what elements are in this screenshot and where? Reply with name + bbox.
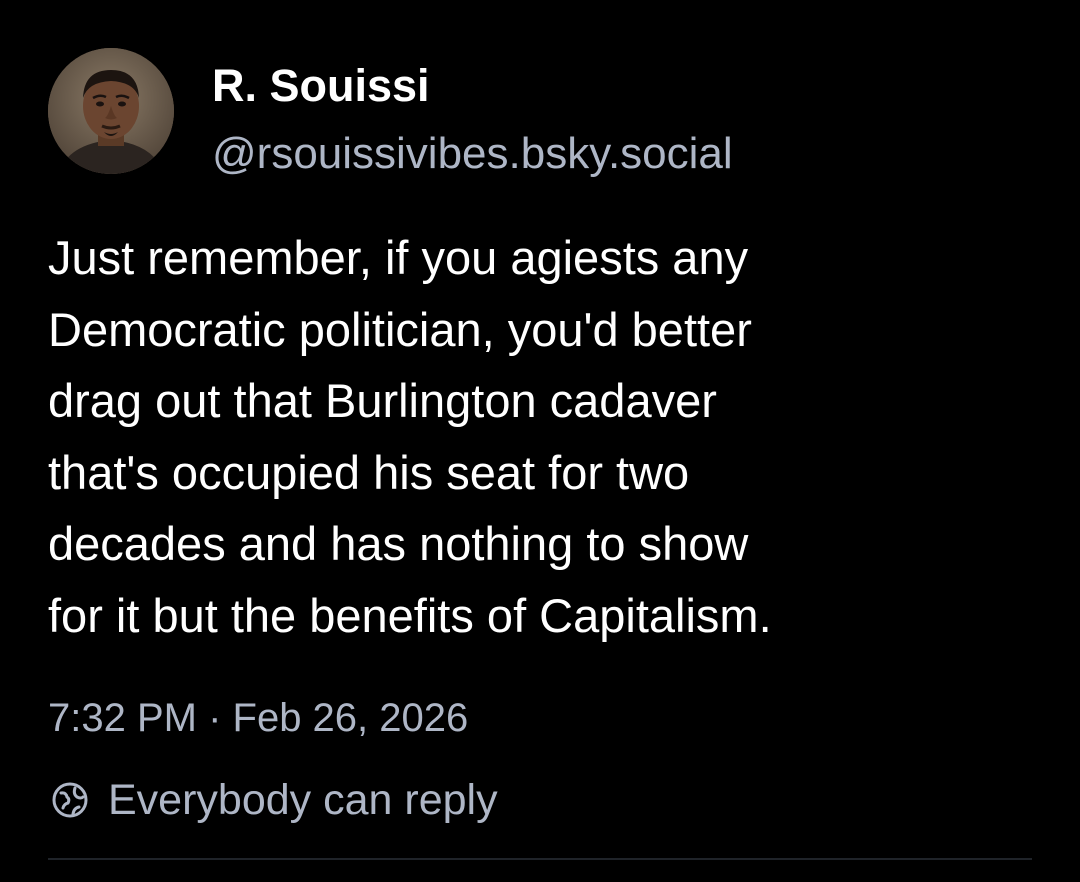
post-text-line: Just remember, if you agiests any [48,231,749,284]
globe-icon [48,778,92,822]
divider [48,858,1032,860]
reply-setting[interactable]: Everybody can reply [48,770,498,830]
post-text: Just remember, if you agiests any Democr… [48,222,1048,651]
post-text-line: Democratic politician, you'd better [48,302,752,356]
avatar-portrait [48,48,174,174]
post-thread-item: R. Souissi @rsouissivibes.bsky.social Ju… [0,0,1080,882]
post-text-line: decades and has nothing to show [48,517,749,570]
author-display-name[interactable]: R. Souissi [212,56,430,116]
post-text-line: that's occupied his seat for two [48,445,690,499]
post-text-line: for it but the benefits of Capitalism. [48,588,772,642]
reply-setting-label: Everybody can reply [108,775,498,824]
post-text-line: drag out that Burlington cadaver [48,374,717,427]
author-handle[interactable]: @rsouissivibes.bsky.social [212,124,733,184]
post-timestamp[interactable]: 7:32 PM · Feb 26, 2026 [48,688,468,748]
avatar[interactable] [48,48,174,174]
